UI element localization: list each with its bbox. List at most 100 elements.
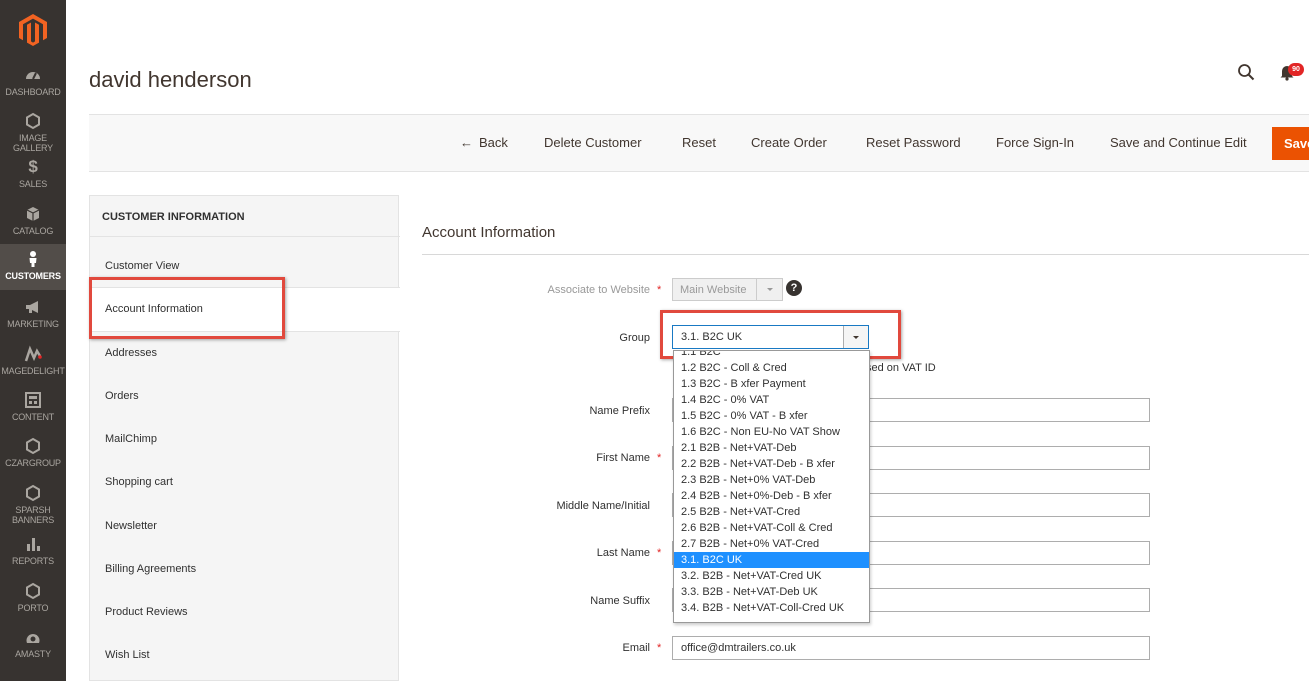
megaphone-icon xyxy=(26,301,38,313)
menu-label: CZARGROUP xyxy=(5,458,61,468)
menu-label: MAGEDELIGHT xyxy=(1,366,65,376)
menu-label: SPARSH BANNERS xyxy=(11,505,55,525)
menu-label: CATALOG xyxy=(12,226,54,236)
menu-label: MARKETING xyxy=(7,319,59,329)
hexagon-icon xyxy=(26,582,40,600)
menu-label: REPORTS xyxy=(12,556,54,566)
menu-porto[interactable]: PORTO xyxy=(0,582,66,628)
menu-label: AMASTY xyxy=(15,649,51,659)
group-label: Group xyxy=(619,332,650,344)
highlight-box-tab xyxy=(89,277,285,339)
menu-dashboard[interactable]: DASHBOARD xyxy=(0,66,66,112)
name-suffix-label: Name Suffix xyxy=(590,595,650,607)
create-order-button[interactable]: Create Order xyxy=(751,135,827,150)
delete-customer-button[interactable]: Delete Customer xyxy=(544,135,642,150)
group-dropdown-list: 1.1 B2C 1.2 B2C - Coll & Cred 1.3 B2C - … xyxy=(673,350,870,623)
tab-product-reviews[interactable]: Product Reviews xyxy=(105,606,188,618)
menu-amasty[interactable]: AMASTY xyxy=(0,628,66,674)
last-name-label: Last Name xyxy=(596,547,650,559)
website-value: Main Website xyxy=(680,284,747,296)
email-input[interactable]: office@dmtrailers.co.uk xyxy=(672,636,1150,660)
group-option[interactable]: 2.7 B2B - Net+0% VAT-Cred xyxy=(674,536,869,552)
dollar-icon: $ xyxy=(28,157,38,176)
bar-chart-icon xyxy=(27,538,40,551)
tab-mailchimp[interactable]: MailChimp xyxy=(105,433,157,445)
save-customer-button[interactable]: Save Customer xyxy=(1272,127,1309,160)
group-option[interactable]: 3.4. B2B - Net+VAT-Coll-Cred UK xyxy=(674,600,869,616)
hexagon-icon xyxy=(26,437,40,455)
help-icon[interactable]: ? xyxy=(786,280,802,296)
menu-sparsh-banners[interactable]: SPARSH BANNERS xyxy=(0,484,66,530)
menu-sales[interactable]: $ SALES xyxy=(0,158,66,204)
tab-addresses[interactable]: Addresses xyxy=(105,347,157,359)
hexagon-icon xyxy=(26,484,40,502)
group-option[interactable]: 2.5 B2B - Net+VAT-Cred xyxy=(674,504,869,520)
hexagon-icon xyxy=(26,112,40,130)
menu-czargroup[interactable]: CZARGROUP xyxy=(0,437,66,483)
arrow-left-icon: ← xyxy=(460,135,473,150)
group-option[interactable]: 1.5 B2C - 0% VAT - B xfer xyxy=(674,408,869,424)
group-option[interactable]: 2.4 B2B - Net+0%-Deb - B xfer xyxy=(674,488,869,504)
content-icon xyxy=(25,392,41,408)
page-actions: ← Back Delete Customer Reset Create Order… xyxy=(89,114,1309,172)
page-title: david henderson xyxy=(89,67,252,92)
notification-badge: 90 xyxy=(1288,63,1304,76)
required-marker: * xyxy=(657,284,662,296)
website-select: Main Website xyxy=(672,278,783,301)
tab-orders[interactable]: Orders xyxy=(105,390,139,402)
required-marker: * xyxy=(657,452,662,464)
menu-label: CONTENT xyxy=(11,412,55,422)
back-button[interactable]: ← Back xyxy=(460,135,508,150)
required-marker: * xyxy=(657,642,662,654)
email-label: Email xyxy=(622,642,650,654)
name-prefix-label: Name Prefix xyxy=(589,405,650,417)
menu-label: SALES xyxy=(18,179,48,189)
menu-reports[interactable]: REPORTS xyxy=(0,535,66,581)
group-option[interactable]: 1.3 B2C - B xfer Payment xyxy=(674,376,869,392)
reset-button[interactable]: Reset xyxy=(682,135,716,150)
reset-password-button[interactable]: Reset Password xyxy=(866,135,961,150)
group-option[interactable]: 2.6 B2B - Net+VAT-Coll & Cred xyxy=(674,520,869,536)
chevron-down-icon xyxy=(756,279,782,300)
menu-magedelight[interactable]: MAGEDELIGHT xyxy=(0,345,66,391)
first-name-label: First Name xyxy=(596,452,650,464)
menu-customers[interactable]: CUSTOMERS xyxy=(0,244,66,290)
group-option[interactable]: 3.3. B2B - Net+VAT-Deb UK xyxy=(674,584,869,600)
magedelight-icon xyxy=(24,345,42,362)
customer-info-tabs: CUSTOMER INFORMATION Customer View Accou… xyxy=(89,195,400,681)
tab-wish-list[interactable]: Wish List xyxy=(105,649,150,661)
menu-marketing[interactable]: MARKETING xyxy=(0,298,66,344)
tab-billing-agreements[interactable]: Billing Agreements xyxy=(105,563,196,575)
search-icon[interactable] xyxy=(1237,63,1255,81)
menu-image-gallery[interactable]: IMAGE GALLERY xyxy=(0,112,66,158)
group-option[interactable]: 2.1 B2B - Net+VAT-Deb xyxy=(674,440,869,456)
menu-label: IMAGE GALLERY xyxy=(13,133,53,153)
group-option[interactable]: 1.2 B2C - Coll & Cred xyxy=(674,360,869,376)
save-and-continue-button[interactable]: Save and Continue Edit xyxy=(1110,135,1247,150)
section-title: Account Information xyxy=(422,224,556,241)
group-option[interactable]: 3.2. B2B - Net+VAT-Cred UK xyxy=(674,568,869,584)
person-icon xyxy=(29,251,37,267)
amasty-icon xyxy=(26,634,40,643)
tab-newsletter[interactable]: Newsletter xyxy=(105,520,157,532)
group-option[interactable]: 2.2 B2B - Net+VAT-Deb - B xfer xyxy=(674,456,869,472)
group-option[interactable]: 1.4 B2C - 0% VAT xyxy=(674,392,869,408)
group-option[interactable]: 2.3 B2B - Net+0% VAT-Deb xyxy=(674,472,869,488)
vat-note: sed on VAT ID xyxy=(866,362,936,374)
magento-logo-icon[interactable] xyxy=(19,14,47,46)
menu-label: DASHBOARD xyxy=(5,87,61,97)
tab-shopping-cart[interactable]: Shopping cart xyxy=(105,476,173,488)
middle-name-label: Middle Name/Initial xyxy=(556,500,650,512)
force-signin-button[interactable]: Force Sign-In xyxy=(996,135,1074,150)
menu-content[interactable]: CONTENT xyxy=(0,391,66,437)
group-option[interactable]: 1.1 B2C xyxy=(674,351,869,360)
section-divider xyxy=(422,254,1309,255)
tabs-title: CUSTOMER INFORMATION xyxy=(102,211,245,223)
tab-customer-view[interactable]: Customer View xyxy=(105,260,179,272)
admin-menu: DASHBOARD IMAGE GALLERY $ SALES CATALOG … xyxy=(0,0,66,681)
required-marker: * xyxy=(657,547,662,559)
divider xyxy=(90,236,400,237)
group-option[interactable]: 1.6 B2C - Non EU-No VAT Show xyxy=(674,424,869,440)
box-icon xyxy=(26,207,40,221)
group-option-selected[interactable]: 3.1. B2C UK xyxy=(674,552,869,568)
